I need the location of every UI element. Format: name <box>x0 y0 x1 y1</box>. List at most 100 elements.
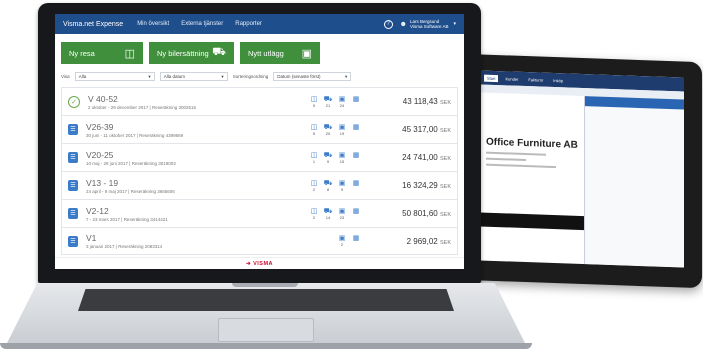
tablet-tab[interactable]: Inköp <box>550 76 566 84</box>
trip-icon: ◫ 5 <box>310 123 318 136</box>
report-amount: 50 801,60 SEK <box>379 209 451 218</box>
amount-value: 2 969,02 <box>406 236 438 246</box>
new-mileage-button[interactable]: Ny bilersättning ⛟ <box>149 42 234 64</box>
trip-icon: ◫ 5 <box>310 95 318 108</box>
chevron-down-icon: ▾ <box>148 73 151 79</box>
car-icon: ⛟ 21 <box>323 95 333 108</box>
tablet-tab[interactable]: Kunder <box>502 75 521 83</box>
visma-logo-text: VISMA <box>253 260 274 267</box>
wallet-icon: ▣ 19 <box>338 123 346 136</box>
laptop-screen: Visma.net Expense Min översikt Externa t… <box>55 14 464 269</box>
tablet-tab[interactable]: Start <box>484 74 499 82</box>
receipt-icon: ▦ <box>352 95 360 103</box>
tablet-document: Office Furniture AB <box>480 92 584 264</box>
new-trip-label: Ny resa <box>69 48 95 58</box>
view-filter-select[interactable]: Alla ▾ <box>74 72 155 81</box>
date-filter-value: Alla datum <box>163 74 185 79</box>
trip-count: 2 <box>312 214 316 220</box>
report-row[interactable]: ☰ V2-12 7 - 23 mars 2017 | Reseräkning 3… <box>61 199 458 227</box>
car-icon: ⛟ 20 <box>323 123 333 136</box>
sort-select[interactable]: Datum (senaste först) ▾ <box>273 72 352 81</box>
report-subtitle: 3 januari 2017 | Reseräkning 2083314 <box>86 244 163 249</box>
view-filter-value: Alla <box>78 74 87 79</box>
report-row[interactable]: ☰ V26-39 30 juni - 11 oktober 2017 | Res… <box>61 115 458 143</box>
user-company: Visma Software AB <box>410 24 449 29</box>
currency: SEK <box>439 156 451 162</box>
report-subtitle: 24 april - 9 maj 2017 | Reseräkning 3665… <box>86 188 175 194</box>
nav-item-external[interactable]: Externa tjänster <box>181 21 223 27</box>
report-amount: 43 118,43 SEK <box>379 97 451 106</box>
report-document-icon: ☰ <box>68 208 78 219</box>
expense-count: 15 <box>339 158 345 164</box>
help-icon[interactable]: ? <box>383 19 393 29</box>
trip-icon: ◫ 2 <box>310 179 318 192</box>
report-subtitle: 30 juni - 11 oktober 2017 | Reseräkning … <box>86 132 184 138</box>
date-filter-select[interactable]: Alla datum ▾ <box>159 72 228 81</box>
report-item-counts: ◫ 1 ⛟ 9 ▣ 15 ▦ <box>309 152 379 164</box>
amount-value: 24 741,00 <box>402 153 438 162</box>
tablet-text-line <box>486 151 546 156</box>
receipt-icon: ▦ <box>352 151 360 159</box>
receipt-icon: ▦ <box>352 235 360 242</box>
check-circle-icon: ✓ <box>68 95 80 108</box>
receipt-icon: ▦ <box>352 123 360 131</box>
receipt-icon: ▦ <box>352 179 360 187</box>
report-title: V26-39 <box>86 121 114 132</box>
report-title: V13 - 19 <box>86 177 119 188</box>
new-expense-button[interactable]: Nytt utlägg ▣ <box>240 42 320 64</box>
amount-value: 43 118,43 <box>402 97 438 106</box>
top-navbar: Visma.net Expense Min översikt Externa t… <box>55 14 464 34</box>
user-icon[interactable]: ☻ <box>400 21 407 28</box>
expense-count: 24 <box>339 102 345 108</box>
new-trip-button[interactable]: Ny resa ◫ <box>61 42 143 64</box>
report-row[interactable]: ☰ V1 3 januari 2017 | Reseräkning 208331… <box>61 227 458 255</box>
device-scene: Start Kunder Fakturor Inköp Office Furni… <box>0 0 703 360</box>
tablet-text-line <box>486 163 556 169</box>
report-text: V1 3 januari 2017 | Reseräkning 2083314 <box>86 233 309 249</box>
report-title: V1 <box>86 233 97 243</box>
expense-count: 2 <box>340 242 344 247</box>
filter-row: Visa Alla ▾ Alla datum ▾ Sorteringsordni… <box>55 68 464 87</box>
expense-count: 9 <box>340 186 344 192</box>
currency: SEK <box>439 212 451 218</box>
tablet-tab[interactable]: Fakturor <box>525 76 546 84</box>
car-icon: ⛟ 8 <box>323 179 333 192</box>
wallet-icon: ▣ 2 <box>338 235 346 247</box>
currency: SEK <box>439 184 451 190</box>
tablet-screen: Start Kunder Fakturor Inköp Office Furni… <box>480 70 684 268</box>
view-filter-label: Visa <box>61 74 70 79</box>
car-icon: ⛟ 14 <box>323 207 333 220</box>
chevron-down-icon[interactable]: ▾ <box>453 21 456 27</box>
wallet-icon: ▣ 24 <box>338 95 346 108</box>
wallet-icon: ▣ 23 <box>338 207 346 220</box>
report-row[interactable]: ☰ V20-25 10 maj - 28 juni 2017 | Reseräk… <box>61 143 458 171</box>
action-buttons: Ny resa ◫ Ny bilersättning ⛟ Nytt utlägg… <box>55 34 464 68</box>
report-text: V26-39 30 juni - 11 oktober 2017 | Reser… <box>86 122 309 138</box>
currency: SEK <box>439 128 451 134</box>
report-list: ✓ V 40-52 2 oktober - 29 december 2017 |… <box>55 87 464 255</box>
expense-count: 23 <box>339 214 345 220</box>
new-mileage-label: Ny bilersättning <box>157 48 209 58</box>
amount-value: 45 317,00 <box>402 125 438 134</box>
nav-item-overview[interactable]: Min översikt <box>137 21 169 27</box>
report-text: V20-25 10 maj - 28 juni 2017 | Reseräkni… <box>86 150 309 166</box>
laptop-base-edge <box>0 343 532 349</box>
amount-value: 16 324,29 <box>402 181 438 190</box>
report-document-icon: ☰ <box>68 235 78 247</box>
currency: SEK <box>439 100 451 106</box>
mileage-count: 8 <box>326 186 330 192</box>
report-row[interactable]: ✓ V 40-52 2 oktober - 29 december 2017 |… <box>61 87 458 115</box>
tablet-company-name: Office Furniture AB <box>486 136 578 151</box>
wallet-icon: ▣ 9 <box>338 179 346 192</box>
laptop-trackpad <box>218 318 314 342</box>
user-menu[interactable]: Lars Bergsund Visma Software AB <box>410 19 448 29</box>
app-brand[interactable]: Visma.net Expense <box>63 21 123 28</box>
trip-count: 2 <box>312 186 316 192</box>
wallet-icon: ▣ <box>301 47 312 60</box>
nav-item-reports[interactable]: Rapporter <box>235 21 262 27</box>
mileage-count: 9 <box>326 158 330 164</box>
car-icon: ⛟ <box>212 46 226 58</box>
report-title: V 40-52 <box>88 93 118 104</box>
trip-icon: ◫ 2 <box>310 207 318 220</box>
report-row[interactable]: ☰ V13 - 19 24 april - 9 maj 2017 | Reser… <box>61 171 458 199</box>
